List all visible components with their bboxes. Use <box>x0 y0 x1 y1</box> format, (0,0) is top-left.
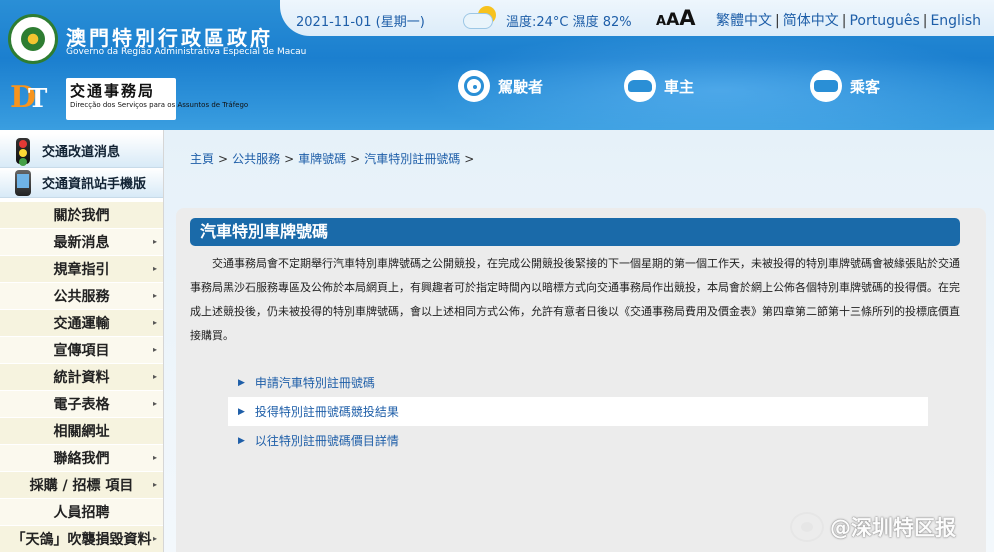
sidebar-item-statistics[interactable]: 統計資料 ▸ <box>0 364 163 391</box>
link-past-prices[interactable]: ▶ 以往特別註冊號碼價目詳情 <box>228 426 928 455</box>
sidebar-item-about-us[interactable]: 關於我們 <box>0 202 163 229</box>
current-date: 2021-11-01 (星期一) <box>296 15 425 30</box>
nav-passengers-label: 乘客 <box>850 77 881 96</box>
breadcrumb-current[interactable]: 汽車特別註冊號碼 <box>364 152 460 166</box>
chevron-right-icon: ▸ <box>152 453 157 462</box>
steering-wheel-icon <box>458 70 490 102</box>
lang-simplified-chinese[interactable]: 简体中文 <box>783 13 839 29</box>
link-bidding-results[interactable]: ▶ 投得特別註冊號碼競投結果 <box>228 397 928 426</box>
site-header: 澳門特別行政區政府 Governo da Região Administrati… <box>0 0 994 130</box>
chevron-right-icon: ▸ <box>152 264 157 273</box>
page-description: 交通事務局會不定期舉行汽車特別車牌號碼之公開競投，在完成公開競投後緊接的下一個星… <box>190 257 960 342</box>
sidebar-item-label: 交通運輸 <box>53 316 110 332</box>
nav-vehicle-owners-label: 車主 <box>664 77 695 96</box>
sidebar-item-recruitment[interactable]: 人員招聘 <box>0 499 163 526</box>
lang-portuguese[interactable]: Português <box>849 13 919 29</box>
chevron-right-icon: ▸ <box>152 534 157 543</box>
sidebar-item-label: 最新消息 <box>53 235 110 251</box>
sidebar-item-contact-us[interactable]: 聯絡我們 ▸ <box>0 445 163 472</box>
macao-government-emblem-icon[interactable] <box>8 14 58 64</box>
chevron-right-icon: ▸ <box>152 345 157 354</box>
nav-drivers-label: 駕駛者 <box>498 77 544 96</box>
sidebar-item-label: 人員招聘 <box>53 505 110 521</box>
font-size-switcher: AAA <box>656 6 696 30</box>
link-label: 投得特別註冊號碼競投結果 <box>254 405 399 419</box>
traffic-light-icon <box>16 137 30 164</box>
sidebar-item-label: 電子表格 <box>53 397 110 413</box>
chevron-right-icon: ▸ <box>152 372 157 381</box>
sidebar-item-label: 宣傳項目 <box>53 343 110 359</box>
nav-passengers[interactable]: 乘客 <box>810 66 880 106</box>
dsat-title-block[interactable]: 交通事務局 Direcção dos Serviços para os Assu… <box>66 78 249 120</box>
gov-subtitle: Governo da Região Administrativa Especia… <box>66 47 307 57</box>
promo-traffic-diversion[interactable]: 交通改道消息 <box>0 134 163 168</box>
link-list: ▶ 申請汽車特別註冊號碼 ▶ 投得特別註冊號碼競投結果 ▶ 以往特別註冊號碼價目… <box>228 368 928 455</box>
bus-icon <box>810 70 842 102</box>
sidebar-item-regulations[interactable]: 規章指引 ▸ <box>0 256 163 283</box>
sidebar-item-public-services[interactable]: 公共服務 ▸ <box>0 283 163 310</box>
language-switcher: 繁體中文 | 简体中文 | Português | English <box>716 13 982 29</box>
sidebar: 交通改道消息 交通資訊站手機版 關於我們 最新消息 ▸ 規章指引 ▸ 公共服務 ▸ 交… <box>0 130 164 552</box>
sidebar-menu: 關於我們 最新消息 ▸ 規章指引 ▸ 公共服務 ▸ 交通運輸 ▸ 宣傳項目 ▸ 統計資料 ▸… <box>0 202 163 552</box>
chevron-right-icon: ▸ <box>152 318 157 327</box>
chevron-right-icon: ▸ <box>152 399 157 408</box>
sidebar-item-label: 「天鴿」吹襲損毀資料 <box>11 532 152 548</box>
content-panel: 汽車特別車牌號碼 交通事務局會不定期舉行汽車特別車牌號碼之公開競投，在完成公開競… <box>176 208 986 552</box>
promo-traffic-diversion-label: 交通改道消息 <box>42 145 121 160</box>
chevron-right-icon: ▸ <box>152 291 157 300</box>
promo-mobile-site[interactable]: 交通資訊站手機版 <box>0 168 163 198</box>
link-label: 以往特別註冊號碼價目詳情 <box>254 434 399 448</box>
sidebar-item-label: 公共服務 <box>53 289 110 305</box>
font-size-large-button[interactable]: A <box>679 6 695 30</box>
breadcrumb: 主頁 > 公共服務 > 車牌號碼 > 汽車特別註冊號碼 > <box>190 152 475 166</box>
watermark-text: @深圳特区报 <box>830 516 956 540</box>
mobile-phone-icon <box>15 169 31 196</box>
promo-mobile-site-label: 交通資訊站手機版 <box>42 177 147 192</box>
breadcrumb-public-services[interactable]: 公共服務 <box>232 152 280 166</box>
sidebar-item-transport[interactable]: 交通運輸 ▸ <box>0 310 163 337</box>
sidebar-item-label: 統計資料 <box>53 370 110 386</box>
link-label: 申請汽車特別註冊號碼 <box>254 376 375 390</box>
sidebar-item-related-links[interactable]: 相關網址 <box>0 418 163 445</box>
breadcrumb-license-plates[interactable]: 車牌號碼 <box>298 152 346 166</box>
car-icon <box>624 70 656 102</box>
nav-vehicle-owners[interactable]: 車主 <box>624 66 694 106</box>
sidebar-item-label: 聯絡我們 <box>53 451 110 467</box>
sidebar-item-typhoon-hato-damage[interactable]: 「天鴿」吹襲損毀資料 ▸ <box>0 526 163 552</box>
link-apply-special-plate[interactable]: ▶ 申請汽車特別註冊號碼 <box>228 368 928 397</box>
triangle-right-icon: ▶ <box>238 377 245 388</box>
font-size-small-button[interactable]: A <box>656 14 666 29</box>
sidebar-item-e-forms[interactable]: 電子表格 ▸ <box>0 391 163 418</box>
weibo-logo-icon <box>790 512 824 542</box>
page-title: 汽車特別車牌號碼 <box>190 218 960 246</box>
lang-english[interactable]: English <box>930 13 981 29</box>
main-content: 主頁 > 公共服務 > 車牌號碼 > 汽車特別註冊號碼 > 汽車特別車牌號碼 交通事務局會不定… <box>164 130 994 552</box>
sidebar-item-label: 相關網址 <box>53 424 110 440</box>
lang-traditional-chinese[interactable]: 繁體中文 <box>716 13 772 29</box>
sidebar-item-label: 關於我們 <box>53 208 110 224</box>
weather-readout: 溫度:24°C 濕度 82% <box>506 15 632 30</box>
dsat-logo-icon[interactable]: DT <box>10 78 60 120</box>
sidebar-item-promotions[interactable]: 宣傳項目 ▸ <box>0 337 163 364</box>
chevron-right-icon: ▸ <box>152 237 157 246</box>
sidebar-item-procurement[interactable]: 採購 / 招標 項目 ▸ <box>0 472 163 499</box>
sidebar-item-latest-news[interactable]: 最新消息 ▸ <box>0 229 163 256</box>
dsat-subtitle: Direcção dos Serviços para os Assuntos d… <box>70 101 249 109</box>
triangle-right-icon: ▶ <box>238 406 245 417</box>
triangle-right-icon: ▶ <box>238 435 245 446</box>
nav-drivers[interactable]: 駕駛者 <box>458 66 543 106</box>
watermark: @深圳特区报 <box>790 512 956 542</box>
sidebar-item-label: 採購 / 招標 項目 <box>29 478 134 494</box>
dsat-title: 交通事務局 <box>70 82 156 100</box>
sidebar-item-label: 規章指引 <box>53 262 110 278</box>
breadcrumb-home[interactable]: 主頁 <box>190 152 214 166</box>
partly-cloudy-icon <box>460 4 502 32</box>
chevron-right-icon: ▸ <box>152 480 157 489</box>
font-size-medium-button[interactable]: A <box>666 10 679 30</box>
